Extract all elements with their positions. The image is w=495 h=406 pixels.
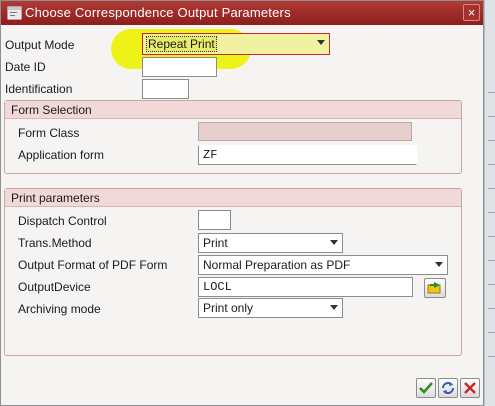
output-device-field[interactable]: LOCL: [198, 277, 413, 297]
output-device-label: OutputDevice: [18, 280, 91, 294]
identification-label: Identification: [5, 82, 73, 96]
close-button[interactable]: ×: [463, 4, 480, 21]
output-parameters-dialog: Choose Correspondence Output Parameters …: [0, 0, 484, 406]
output-mode-label: Output Mode: [5, 38, 75, 52]
dispatch-control-field[interactable]: [198, 210, 231, 230]
background-window-edge: [484, 0, 495, 406]
date-id-field[interactable]: [142, 57, 217, 77]
output-mode-value: Repeat Print: [146, 36, 217, 52]
cancel-x-icon: [464, 382, 476, 394]
dialog-title: Choose Correspondence Output Parameters: [25, 5, 291, 20]
form-selection-heading: Form Selection: [5, 101, 461, 119]
close-icon: ×: [467, 5, 476, 20]
dropdown-arrow-icon: [330, 240, 338, 245]
pdf-format-dropdown[interactable]: Normal Preparation as PDF: [198, 255, 448, 275]
refresh-icon: [442, 382, 454, 394]
trans-method-label: Trans.Method: [18, 236, 92, 250]
window-icon: [7, 5, 23, 21]
identification-field[interactable]: [142, 79, 189, 99]
output-device-value: LOCL: [203, 280, 232, 294]
application-form-field[interactable]: ZF: [198, 145, 417, 165]
confirm-check-icon: [419, 382, 433, 394]
confirm-button[interactable]: [416, 378, 436, 398]
print-parameters-heading: Print parameters: [5, 189, 461, 207]
archiving-mode-dropdown[interactable]: Print only: [198, 298, 343, 318]
dropdown-arrow-icon: [435, 262, 443, 267]
dropdown-arrow-icon: [317, 40, 325, 45]
refresh-button[interactable]: [438, 378, 458, 398]
value-help-icon: [427, 282, 441, 294]
date-id-label: Date ID: [5, 60, 46, 74]
form-class-field[interactable]: [198, 122, 412, 141]
value-help-button[interactable]: [424, 278, 446, 298]
pdf-format-label: Output Format of PDF Form: [18, 258, 168, 272]
dropdown-arrow-icon: [330, 305, 338, 310]
archiving-mode-value: Print only: [203, 301, 254, 315]
archiving-mode-label: Archiving mode: [18, 302, 101, 316]
cancel-button[interactable]: [460, 378, 480, 398]
trans-method-value: Print: [203, 236, 228, 250]
trans-method-dropdown[interactable]: Print: [198, 233, 343, 253]
pdf-format-value: Normal Preparation as PDF: [203, 258, 351, 272]
application-form-label: Application form: [18, 148, 105, 162]
dispatch-control-label: Dispatch Control: [18, 214, 107, 228]
form-class-label: Form Class: [18, 126, 80, 140]
dialog-titlebar: Choose Correspondence Output Parameters …: [1, 1, 483, 25]
output-mode-dropdown[interactable]: Repeat Print: [142, 33, 330, 55]
application-form-value: ZF: [203, 148, 218, 162]
